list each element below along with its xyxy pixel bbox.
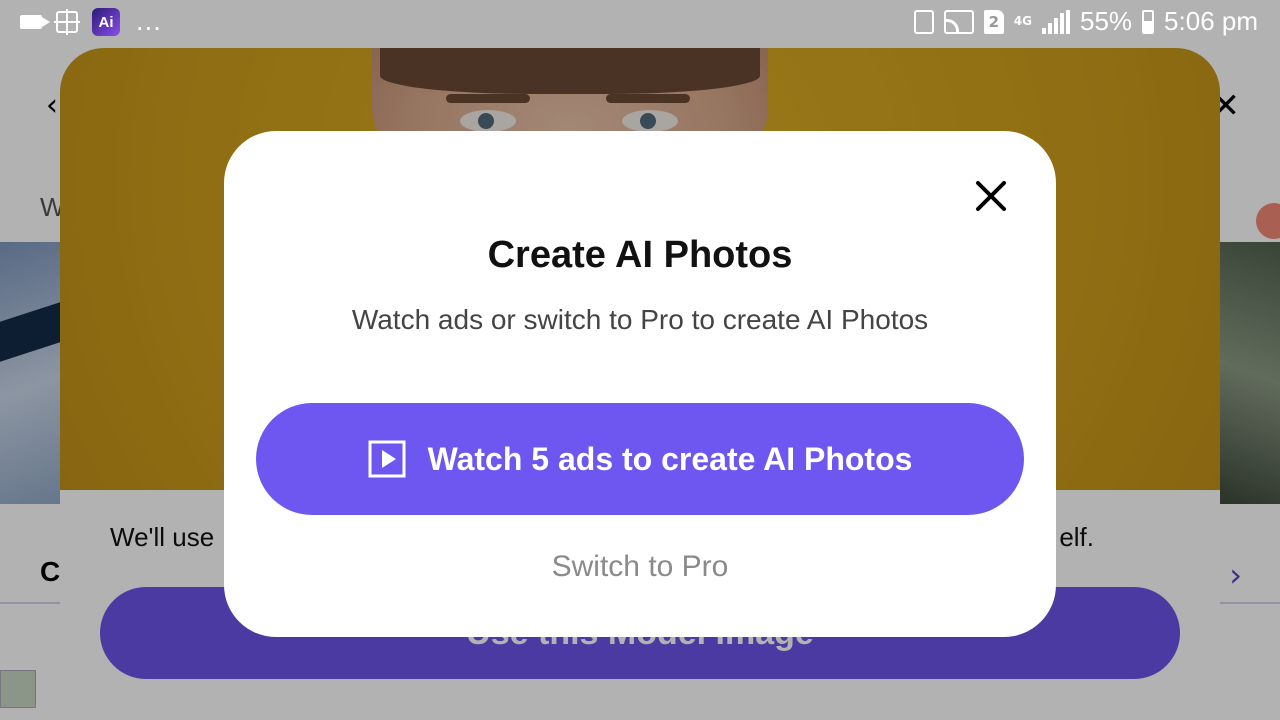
status-bar: Ai ... 2 4G 55% 5:06 pm [0, 0, 1280, 48]
watch-ads-label: Watch 5 ads to create AI Photos [427, 440, 913, 477]
watch-ads-button[interactable]: Watch 5 ads to create AI Photos [256, 403, 1024, 515]
sim-icon: 2 [983, 9, 1004, 34]
close-icon [976, 181, 1006, 211]
network-type: 4G [1013, 14, 1032, 28]
dialog-title: Create AI Photos [487, 234, 793, 276]
screen-mirror-icon [54, 9, 80, 35]
clipboard-icon [913, 9, 934, 34]
battery-icon [1142, 9, 1155, 34]
signal-icon [1042, 9, 1070, 34]
video-camera-icon [20, 15, 50, 29]
dialog-subtitle: Watch ads or switch to Pro to create AI … [351, 304, 929, 335]
play-icon [368, 440, 406, 478]
dialog-close-button[interactable] [970, 175, 1012, 217]
clock: 5:06 pm [1164, 6, 1258, 36]
app-icon: Ai [92, 8, 120, 36]
switch-to-pro-button[interactable]: Switch to Pro [224, 549, 1056, 585]
battery-percent: 55% [1080, 6, 1133, 36]
create-ai-photos-dialog: Create AI Photos Watch ads or switch to … [224, 131, 1056, 637]
cast-icon [943, 9, 974, 34]
more-notifications-indicator: ... [136, 8, 162, 36]
